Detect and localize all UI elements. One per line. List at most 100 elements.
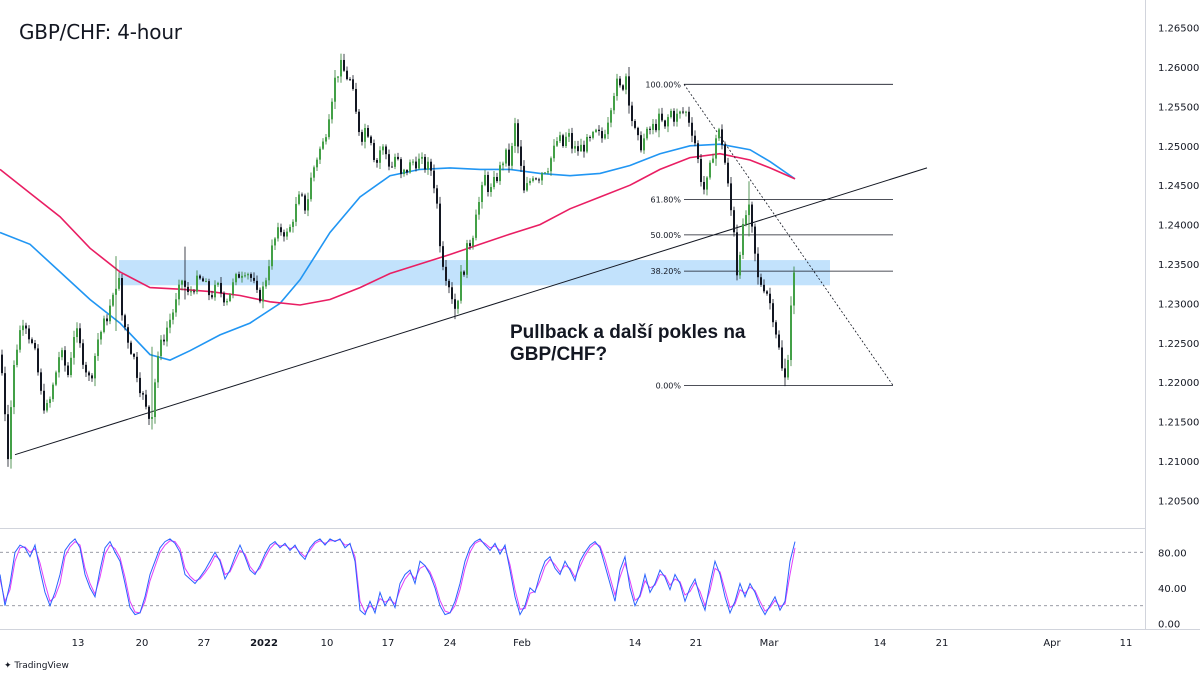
candle-body — [667, 117, 669, 127]
candle-body — [214, 284, 216, 298]
stochastic-tick-label: 80.00 — [1158, 548, 1187, 559]
candle-body — [709, 162, 711, 178]
candle-body — [373, 142, 375, 160]
candle-body — [730, 183, 732, 211]
tradingview-logo-text: TradingView — [14, 661, 69, 671]
candle-body — [67, 365, 69, 376]
candle-body — [169, 319, 171, 328]
candle-body — [328, 119, 330, 138]
candle-body — [694, 135, 696, 144]
candle-body — [586, 136, 588, 152]
candle-body — [589, 136, 591, 138]
candle-body — [202, 278, 204, 282]
candle-body — [733, 210, 735, 233]
x-tick-label: 21 — [936, 638, 949, 649]
candle-body — [1, 354, 3, 374]
candle-body — [700, 159, 702, 182]
candle-body — [262, 286, 264, 302]
y-tick-label: 1.22000 — [1158, 378, 1199, 389]
candle-body — [451, 287, 453, 300]
candle-body — [748, 204, 750, 216]
candle-body — [595, 129, 597, 132]
candle-body — [79, 328, 81, 344]
candle-body — [547, 171, 549, 173]
candle-body — [514, 123, 516, 147]
tradingview-logo-icon: ✦ — [4, 661, 12, 671]
candle-body — [142, 393, 144, 395]
candle-body — [676, 113, 678, 122]
fib-level-label: 61.80% — [650, 195, 681, 204]
candle-body — [361, 132, 363, 142]
candle-body — [139, 377, 141, 394]
candle-body — [787, 360, 789, 378]
candle-body — [145, 394, 147, 407]
candle-body — [574, 146, 576, 149]
candle-body — [631, 105, 633, 122]
y-tick-label: 1.24500 — [1158, 181, 1199, 192]
candle-body — [7, 414, 9, 460]
chart-title: GBP/CHF: 4-hour — [19, 20, 182, 44]
candle-body — [58, 357, 60, 373]
candle-body — [442, 246, 444, 267]
candle-body — [463, 271, 465, 275]
candle-body — [199, 275, 201, 279]
candle-body — [154, 382, 156, 418]
candle-body — [412, 161, 414, 163]
candle-body — [484, 174, 486, 186]
candle-body — [718, 129, 720, 139]
candle-body — [184, 280, 186, 287]
candle-body — [751, 204, 753, 227]
candle-body — [4, 373, 6, 415]
candle-body — [652, 123, 654, 130]
candle-body — [397, 156, 399, 160]
candle-body — [469, 243, 471, 247]
candle-body — [61, 350, 63, 358]
candle-body — [271, 245, 273, 267]
candle-body — [316, 159, 318, 168]
candle-body — [445, 266, 447, 281]
candle-body — [784, 368, 786, 378]
candle-body — [10, 407, 12, 460]
candle-body — [601, 131, 603, 139]
candle-body — [727, 162, 729, 184]
candle-body — [292, 221, 294, 227]
candle-body — [118, 278, 120, 289]
candle-body — [478, 202, 480, 215]
candle-body — [115, 288, 117, 295]
candle-body — [553, 145, 555, 159]
candle-body — [376, 159, 378, 163]
candle-body — [781, 347, 783, 369]
candle-body — [742, 223, 744, 255]
candle-body — [247, 274, 249, 276]
candle-body — [265, 280, 267, 287]
x-tick-label: Apr — [1043, 638, 1061, 649]
candle-body — [340, 59, 342, 77]
candle-body — [100, 331, 102, 340]
candle-body — [535, 178, 537, 180]
candle-body — [268, 266, 270, 281]
candle-body — [94, 355, 96, 379]
candle-body — [538, 179, 540, 181]
candle-body — [541, 173, 543, 181]
x-tick-label: 13 — [72, 638, 85, 649]
candle-body — [670, 110, 672, 118]
candle-body — [793, 272, 795, 306]
candle-body — [424, 156, 426, 170]
candle-body — [196, 275, 198, 292]
candle-body — [508, 149, 510, 166]
candle-body — [175, 299, 177, 313]
support-resistance-zone-layer — [119, 260, 830, 286]
candle-body — [133, 353, 135, 357]
candle-body — [334, 77, 336, 102]
candle-body — [370, 136, 372, 143]
candle-body — [391, 166, 393, 168]
candle-body — [637, 127, 639, 136]
candle-body — [322, 141, 324, 149]
candle-body — [421, 156, 423, 159]
candle-body — [661, 113, 663, 121]
candle-body — [124, 315, 126, 328]
candle-body — [208, 281, 210, 296]
candle-body — [31, 339, 33, 343]
candle-body — [160, 339, 162, 357]
candle-body — [190, 291, 192, 293]
